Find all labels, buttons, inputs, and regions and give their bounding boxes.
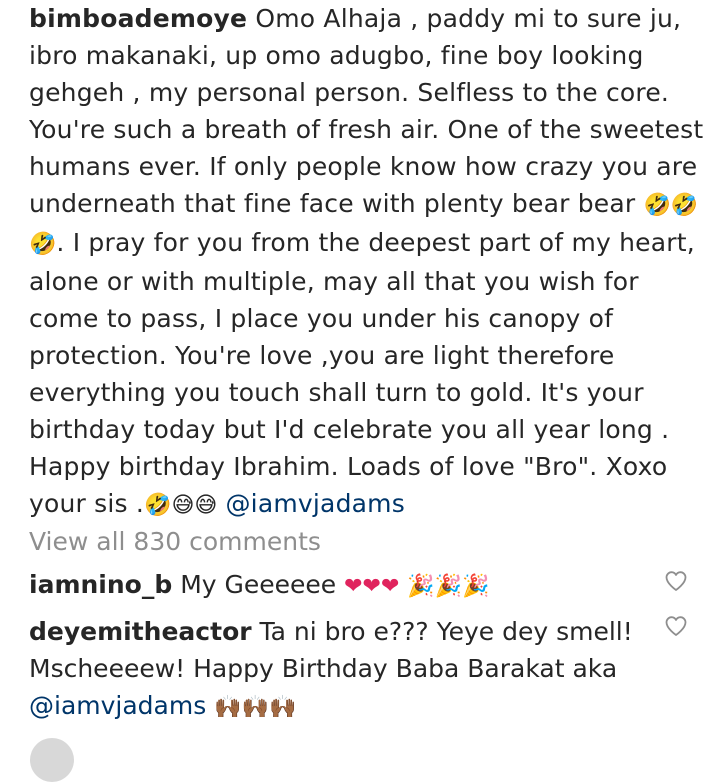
caption-emoji-1: 🤣🤣 — [643, 193, 699, 218]
caption-text-2: . I pray for you from the deepest part o… — [29, 228, 695, 518]
comment-party-emoji: 🎉🎉🎉 — [407, 574, 490, 599]
caption-mention[interactable]: @iamvjadams — [225, 489, 404, 518]
comment-item: iamnino_b My Geeeeee ❤❤❤ 🎉🎉🎉 — [29, 566, 649, 605]
view-all-comments-link[interactable]: View all 830 comments — [29, 527, 321, 556]
heart-outline-icon — [665, 616, 687, 636]
comment-item: deyemitheactor Ta ni bro e??? Yeye dey s… — [29, 613, 649, 726]
comment-emoji: 🙌🏾🙌🏾🙌🏾 — [214, 695, 297, 720]
comment-hearts-emoji: ❤❤❤ — [344, 574, 400, 599]
comment-username[interactable]: deyemitheactor — [29, 617, 252, 646]
comment-username[interactable]: iamnino_b — [29, 570, 172, 599]
like-comment-button[interactable] — [664, 614, 688, 638]
comment-text: My Geeeeee — [180, 570, 337, 599]
caption-author[interactable]: bimboademoye — [29, 4, 247, 33]
caption-emoji-3: 🤣😅😅 — [144, 493, 218, 518]
caption-text: Omo Alhaja , paddy mi to sure ju, ibro m… — [29, 4, 704, 218]
like-comment-button[interactable] — [664, 569, 688, 593]
caption-emoji-2: 🤣 — [29, 232, 57, 257]
heart-outline-icon — [665, 571, 687, 591]
post-caption: bimboademoye Omo Alhaja , paddy mi to su… — [29, 0, 709, 524]
comment-mention[interactable]: @iamvjadams — [29, 691, 206, 720]
